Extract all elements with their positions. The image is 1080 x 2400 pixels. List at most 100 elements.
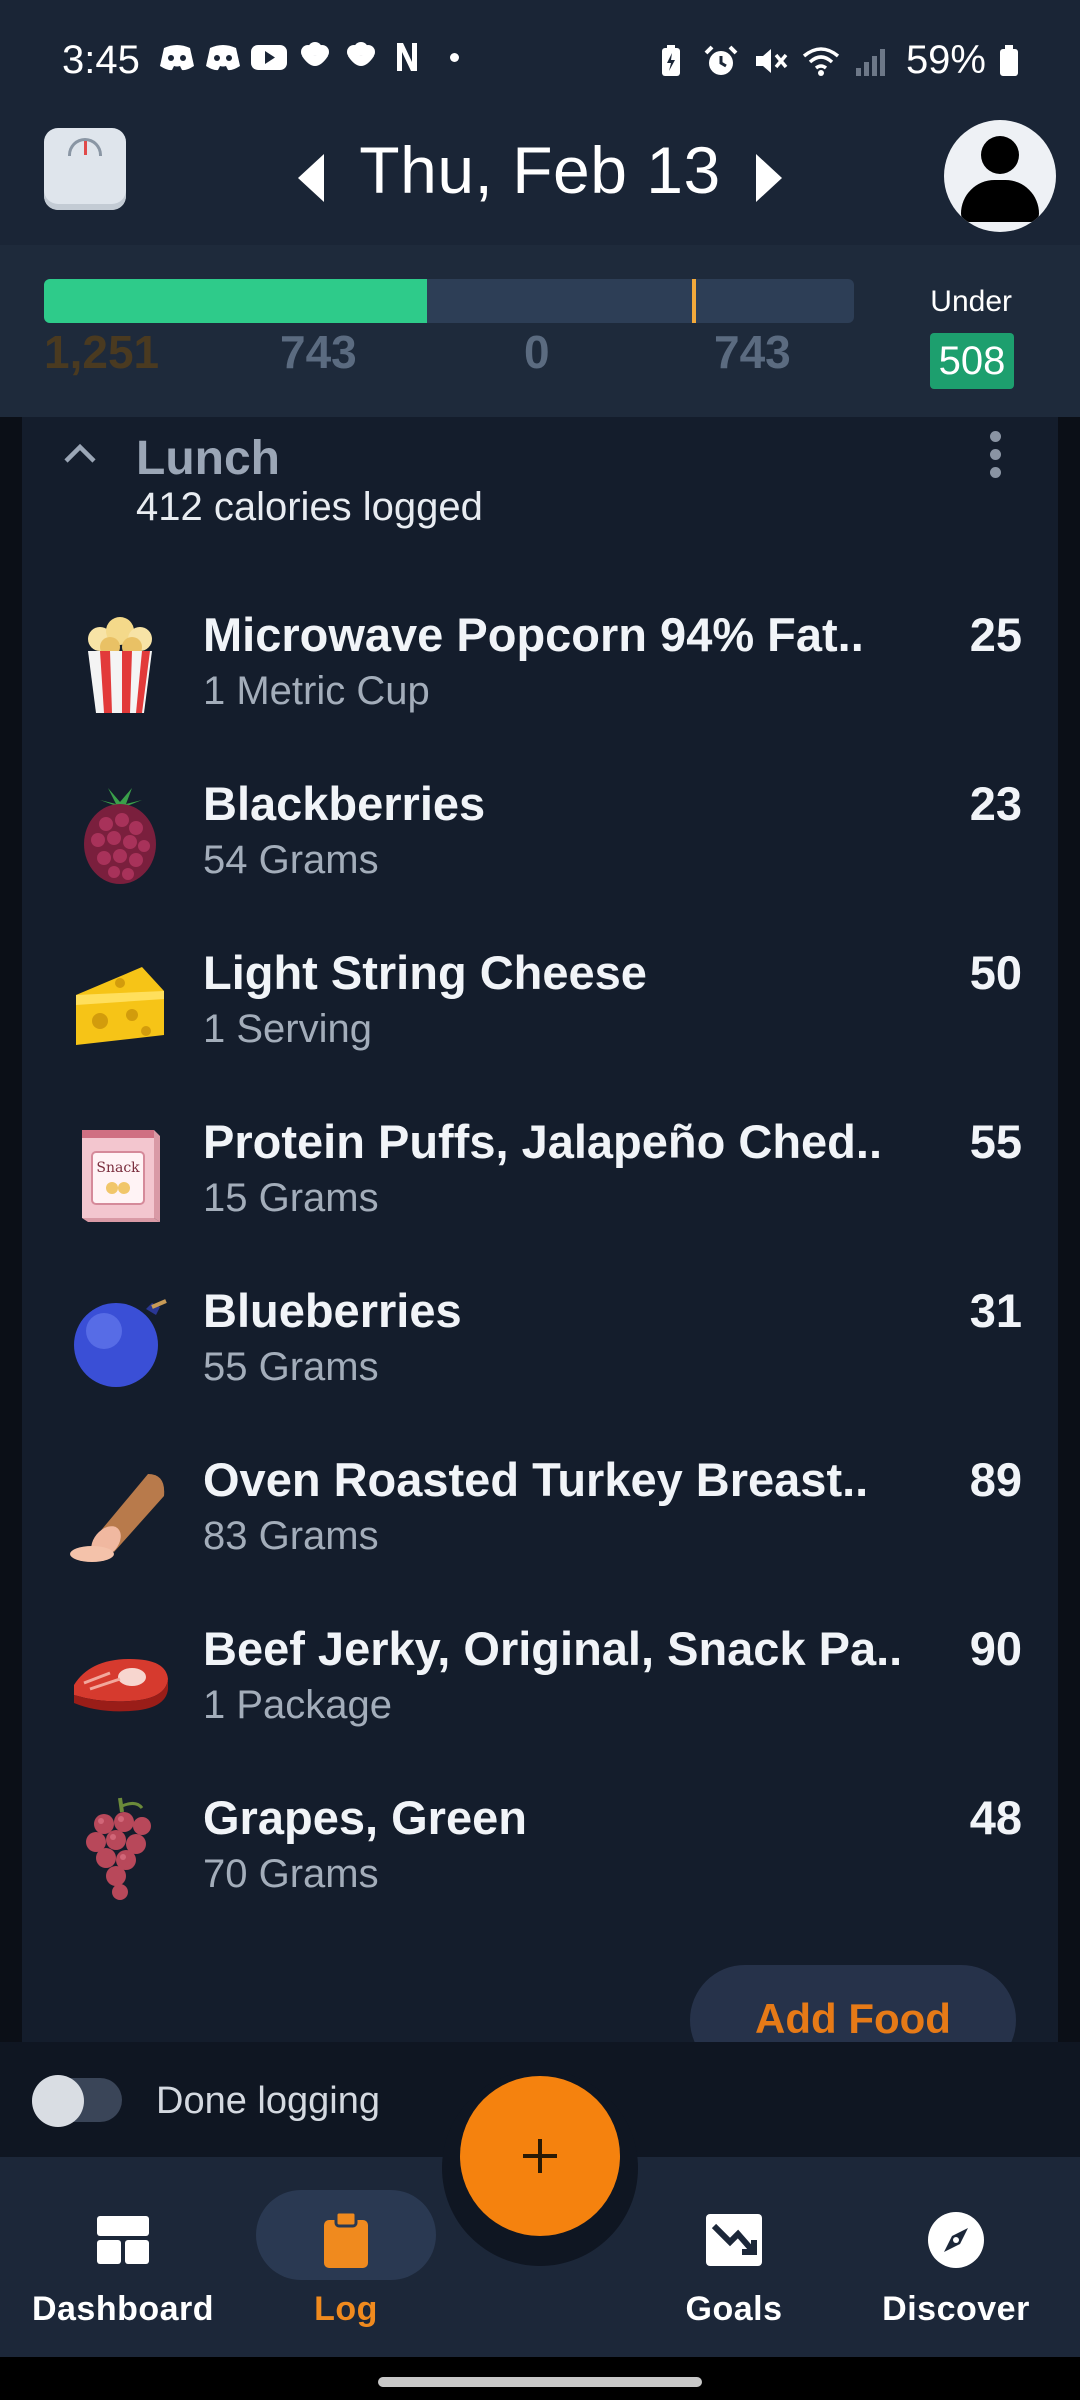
trend-down-icon: [702, 2208, 766, 2272]
status-bar: 3:45 59%: [0, 0, 1080, 120]
deli-meat-icon: [70, 1454, 170, 1564]
budget-progress-fill: [44, 279, 427, 323]
kebab-dot: [990, 467, 1001, 478]
food-serving: 55 Grams: [203, 1345, 379, 1389]
steak-icon: [70, 1623, 170, 1733]
add-food-button[interactable]: Add Food: [690, 1965, 1016, 2042]
scale-needle: [84, 141, 87, 155]
kebab-dot: [990, 431, 1001, 442]
profile-icon[interactable]: [944, 120, 1056, 232]
nav-goals[interactable]: Goals: [624, 2190, 844, 2330]
next-day-icon[interactable]: [756, 154, 782, 202]
signal-icon: [852, 44, 890, 78]
chef-hat-icon: [296, 40, 334, 74]
food-list: Microwave Popcorn 94% Fat.. 1 Metric Cup…: [22, 585, 1058, 1937]
food-calories: 90: [969, 1622, 1022, 1675]
done-logging-label: Done logging: [156, 2080, 380, 2122]
calorie-budget[interactable]: 1,251 743 0 743 Under 508: [0, 245, 1080, 417]
food-serving: 15 Grams: [203, 1176, 379, 1220]
food-item[interactable]: Blueberries 55 Grams 31: [22, 1261, 1058, 1430]
more-notifications-dot: [450, 52, 459, 62]
meal-calories-logged: 412 calories logged: [136, 485, 483, 529]
food-name: Oven Roasted Turkey Breast..: [203, 1453, 869, 1506]
home-gesture-bar[interactable]: [378, 2377, 702, 2387]
avatar-head: [981, 136, 1019, 174]
discord-icon: [158, 40, 196, 74]
food-item[interactable]: Blackberries 54 Grams 23: [22, 754, 1058, 923]
mute-icon: [752, 44, 790, 78]
date-navigator: Thu, Feb 13: [290, 130, 790, 210]
collapse-chevron-icon[interactable]: [62, 437, 98, 473]
food-item[interactable]: Snack Protein Puffs, Jalapeño Ched.. 15 …: [22, 1092, 1058, 1261]
current-date[interactable]: Thu, Feb 13: [359, 132, 720, 208]
food-name: Beef Jerky, Original, Snack Pa..: [203, 1622, 903, 1675]
youtube-icon: [250, 40, 288, 74]
discord-icon: [204, 40, 242, 74]
chef-hat-icon: [342, 40, 380, 74]
nav-label: Log: [314, 2290, 378, 2328]
food-item[interactable]: Microwave Popcorn 94% Fat.. 1 Metric Cup…: [22, 585, 1058, 754]
done-logging-toggle[interactable]: [32, 2075, 122, 2127]
food-name: Grapes, Green: [203, 1791, 527, 1844]
budget-marker: [692, 279, 696, 323]
battery-saver-icon: [652, 44, 690, 78]
add-entry-button[interactable]: [460, 2076, 620, 2236]
nav-label: Goals: [685, 2290, 783, 2328]
cheese-icon: [70, 947, 170, 1057]
food-name: Protein Puffs, Jalapeño Ched..: [203, 1115, 882, 1168]
nav-discover[interactable]: Discover: [846, 2190, 1066, 2330]
blackberry-icon: [70, 778, 170, 888]
scale-icon[interactable]: [44, 128, 126, 210]
compass-icon: [924, 2208, 988, 2272]
grapes-icon: [70, 1792, 170, 1902]
wifi-icon: [802, 44, 840, 78]
nav-label: Dashboard: [31, 2290, 215, 2328]
budget-status-label: Under: [930, 285, 1012, 318]
food-serving: 1 Package: [203, 1683, 393, 1727]
nav-log[interactable]: Log: [236, 2190, 456, 2330]
budget-value: 743: [280, 326, 357, 378]
nav-label: Discover: [882, 2290, 1030, 2328]
food-calories: 55: [969, 1115, 1022, 1168]
food-name: Light String Cheese: [203, 946, 647, 999]
food-calories: 50: [969, 946, 1022, 999]
food-item[interactable]: Beef Jerky, Original, Snack Pa.. 1 Packa…: [22, 1599, 1058, 1768]
status-time: 3:45: [62, 38, 140, 82]
food-calories: 31: [969, 1284, 1022, 1337]
food-calories: 23: [969, 777, 1022, 830]
battery-icon: [998, 44, 1020, 78]
kebab-dot: [990, 449, 1001, 460]
meal-header[interactable]: Lunch 412 calories logged: [22, 417, 1058, 577]
notification-icons: [158, 40, 459, 74]
meal-card-lunch: Lunch 412 calories logged Microwave Popc…: [22, 417, 1058, 2042]
plus-icon: [523, 2139, 557, 2173]
more-options-icon[interactable]: [980, 425, 1010, 485]
snack-label: Snack: [96, 1160, 140, 1176]
food-calories: 25: [969, 608, 1022, 661]
food-name: Microwave Popcorn 94% Fat..: [203, 608, 864, 661]
budget-value: 743: [714, 326, 791, 378]
alarm-icon: [702, 44, 740, 78]
previous-day-icon[interactable]: [298, 154, 324, 202]
food-serving: 70 Grams: [203, 1852, 379, 1896]
nav-dashboard[interactable]: Dashboard: [13, 2190, 233, 2330]
budget-status-badge: 508: [930, 333, 1014, 389]
avatar-body: [961, 180, 1039, 222]
snack-bag-icon: Snack: [70, 1116, 170, 1226]
food-item[interactable]: Oven Roasted Turkey Breast.. 83 Grams 89: [22, 1430, 1058, 1599]
log-content[interactable]: Lunch 412 calories logged Microwave Popc…: [0, 417, 1080, 2042]
blueberry-icon: [70, 1285, 170, 1395]
food-item[interactable]: Grapes, Green 70 Grams 48: [22, 1768, 1058, 1937]
food-serving: 1 Serving: [203, 1007, 372, 1051]
battery-percent: 59%: [905, 38, 986, 82]
app-header: Thu, Feb 13: [0, 120, 1080, 245]
food-item[interactable]: Light String Cheese 1 Serving 50: [22, 923, 1058, 1092]
budget-value: 0: [524, 326, 550, 378]
food-calories: 89: [969, 1453, 1022, 1506]
food-serving: 1 Metric Cup: [203, 669, 430, 713]
meal-title: Lunch: [136, 432, 280, 485]
food-calories: 48: [969, 1791, 1022, 1844]
budget-progress-track: [44, 279, 854, 323]
notion-icon: [388, 40, 426, 74]
calories-eaten: 1,251: [44, 326, 160, 378]
